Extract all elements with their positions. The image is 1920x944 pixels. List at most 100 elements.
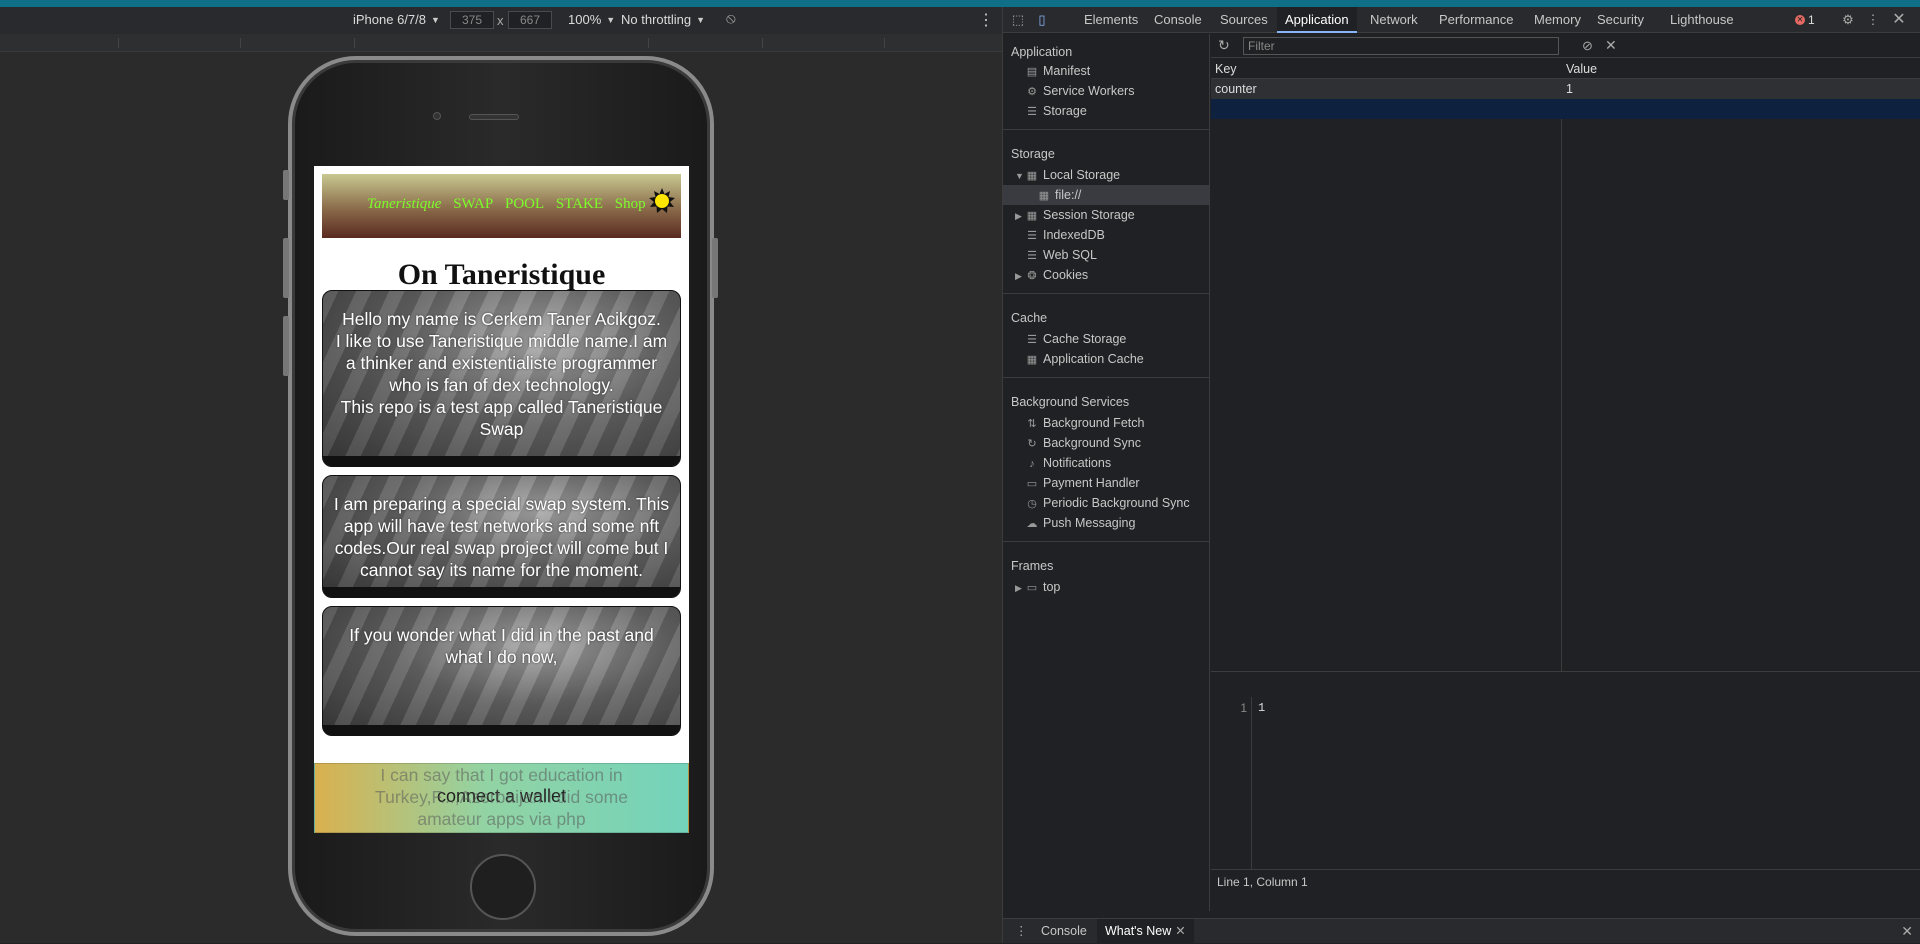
gear-icon[interactable]: ⚙ [1840,12,1856,28]
sidebar-item-local-storage-file[interactable]: ▦ file:// [1003,185,1209,205]
sidebar-divider [1003,129,1209,130]
database-icon: ☰ [1027,334,1037,346]
more-options-icon[interactable]: ⋮ [1865,12,1881,28]
tab-console[interactable]: Console [1146,7,1210,33]
phone-camera [433,112,441,120]
close-icon[interactable]: ✕ [1175,924,1185,938]
about-card: I am preparing a special swap system. Th… [322,475,681,598]
devtools-drawer-tabbar: ⋮ Console What's New ✕ ✕ [1003,918,1920,944]
grid-icon: ▦ [1026,170,1038,182]
height-input[interactable]: 667 [508,11,552,29]
error-icon: ✕ [1795,15,1805,25]
column-header-key[interactable]: Key [1215,59,1237,79]
refresh-icon[interactable]: ↻ [1218,37,1230,54]
sidebar-item-label: Payment Handler [1043,476,1140,490]
close-drawer-icon[interactable]: ✕ [1901,923,1913,940]
drawer-tab-whats-new[interactable]: What's New ✕ [1097,919,1194,944]
sidebar-item-session-storage[interactable]: ▶ ▦ Session Storage [1003,205,1209,225]
dimension-separator: x [497,13,504,28]
tab-sources[interactable]: Sources [1212,7,1276,33]
zoom-select[interactable]: 100% ▼ [568,12,615,27]
sun-icon[interactable] [649,188,675,214]
editor-content[interactable]: 1 [1258,701,1265,715]
sidebar-item-label: Web SQL [1043,248,1097,262]
cell-value[interactable]: 1 [1566,79,1573,99]
phone-power-button [712,238,718,298]
sidebar-item-frame-top[interactable]: ▶ ▭ top [1003,577,1209,597]
nav-brand-link[interactable]: Taneristique [367,196,441,212]
grid-icon: ▦ [1026,354,1038,366]
nav-shop-link[interactable]: Shop [615,196,646,212]
nav-pool-link[interactable]: POOL [505,196,544,212]
sidebar-item-label: Push Messaging [1043,516,1136,530]
table-row-empty-selected[interactable] [1211,99,1920,119]
delete-selected-icon[interactable]: ✕ [1605,37,1617,54]
frame-icon: ▭ [1026,582,1038,594]
nav-swap-link[interactable]: SWAP [453,196,493,212]
phone-home-button[interactable] [470,854,536,920]
sidebar-item-service-workers[interactable]: ⚙ Service Workers [1003,81,1209,101]
clear-all-icon[interactable]: ⊘ [1582,38,1593,54]
sidebar-item-background-fetch[interactable]: ⇅ Background Fetch [1003,413,1209,433]
tab-elements[interactable]: Elements [1076,7,1146,33]
triangle-down-icon: ▼ [1015,171,1024,181]
phone-volume-up [283,238,289,298]
throttling-select[interactable]: No throttling ▼ [621,12,705,27]
document-icon: ▤ [1026,66,1038,78]
close-icon[interactable]: ✕ [1891,12,1907,28]
tab-performance[interactable]: Performance [1431,7,1521,33]
database-icon: ☰ [1027,250,1037,262]
device-select[interactable]: iPhone 6/7/8 ▼ [353,12,440,27]
triangle-right-icon: ▶ [1015,211,1022,221]
table-row[interactable]: counter 1 [1211,79,1920,99]
sidebar-item-periodic-background-sync[interactable]: ◷ Periodic Background Sync [1003,493,1209,513]
tab-application[interactable]: Application [1277,7,1357,33]
column-header-value[interactable]: Value [1566,59,1597,79]
window-top-stripe [0,0,1920,7]
inspect-element-icon[interactable]: ⬚ [1010,12,1026,28]
sidebar-item-label: Cache Storage [1043,332,1127,346]
tab-lighthouse[interactable]: Lighthouse [1662,7,1742,33]
sidebar-item-notifications[interactable]: ♪ Notifications [1003,453,1209,473]
devtools-pane: ⬚ ▯ Elements Console Sources Application… [1002,7,1920,944]
sidebar-item-storage[interactable]: ☰ Storage [1003,101,1209,121]
cookie-icon: ❂ [1027,270,1037,282]
sidebar-item-label: file:// [1055,188,1082,202]
sidebar-item-web-sql[interactable]: ☰ Web SQL [1003,245,1209,265]
sidebar-item-payment-handler[interactable]: ▭ Payment Handler [1003,473,1209,493]
drawer-tab-console[interactable]: Console [1033,919,1095,944]
width-input[interactable]: 375 [450,11,494,29]
sidebar-item-manifest[interactable]: ▤ Manifest [1003,61,1209,81]
tab-network[interactable]: Network [1362,7,1426,33]
database-icon: ☰ [1027,230,1037,242]
sidebar-item-cookies[interactable]: ▶ ❂ Cookies [1003,265,1209,285]
error-badge[interactable]: ✕ 1 [1795,13,1815,27]
bell-icon: ♪ [1029,458,1035,470]
tab-security[interactable]: Security [1589,7,1652,33]
more-options-icon[interactable]: ⋮ [978,10,994,30]
sidebar-item-label: Service Workers [1043,84,1135,98]
sidebar-item-indexeddb[interactable]: ☰ IndexedDB [1003,225,1209,245]
sidebar-section-application: Application [1011,45,1073,59]
sidebar-item-background-sync[interactable]: ↻ Background Sync [1003,433,1209,453]
sidebar-item-push-messaging[interactable]: ☁ Push Messaging [1003,513,1209,533]
sidebar-item-cache-storage[interactable]: ☰ Cache Storage [1003,329,1209,349]
rotate-icon[interactable]: ⦸ [726,10,736,27]
zoom-label: 100% [568,12,602,27]
value-preview-editor[interactable]: 1 1 [1211,697,1920,869]
sidebar-item-label: top [1043,580,1061,594]
device-toolbar-icon[interactable]: ▯ [1034,12,1050,28]
cloud-icon: ☁ [1026,518,1038,530]
about-card-text: I can say that I got education in Turkey… [375,765,628,829]
filter-input[interactable] [1243,37,1559,55]
error-count: 1 [1808,13,1815,27]
chevron-down-icon: ▼ [431,14,440,25]
sidebar-item-application-cache[interactable]: ▦ Application Cache [1003,349,1209,369]
tab-memory[interactable]: Memory [1526,7,1589,33]
sidebar-item-local-storage[interactable]: ▼ ▦ Local Storage [1003,165,1209,185]
cell-key[interactable]: counter [1215,79,1257,99]
more-options-icon[interactable]: ⋮ [1015,923,1028,938]
column-divider[interactable] [1561,59,1562,671]
sync-icon: ↻ [1027,438,1037,450]
nav-stake-link[interactable]: STAKE [556,196,603,212]
